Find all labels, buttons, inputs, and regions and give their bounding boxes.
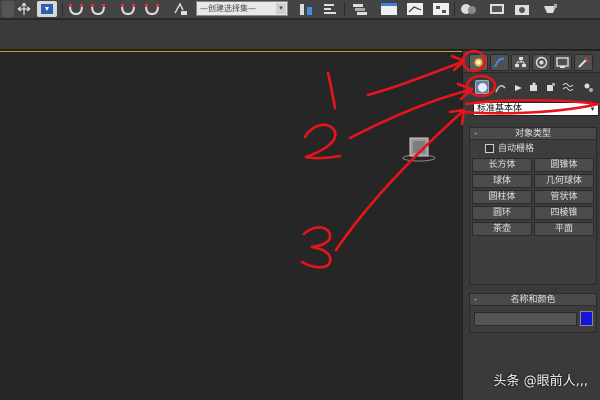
teapot-button[interactable]: 茶壶 (472, 222, 532, 236)
mirror-icon[interactable] (296, 1, 316, 17)
motion-tab[interactable] (532, 54, 551, 71)
utilities-tab[interactable] (574, 54, 593, 71)
geosphere-button[interactable]: 几何球体 (534, 174, 594, 188)
move-icon[interactable] (14, 1, 34, 17)
material-editor-icon[interactable] (458, 1, 480, 17)
object-category-value: 标准基本体 (477, 104, 523, 114)
render-setup-icon[interactable] (486, 1, 508, 17)
named-selection-dropdown[interactable]: —创建选择集— ▾ (196, 1, 288, 16)
lights-icon[interactable] (511, 80, 525, 94)
render-icon[interactable] (540, 1, 560, 17)
spinner-snap-icon[interactable] (142, 1, 162, 17)
schematic-icon[interactable] (430, 1, 452, 17)
hierarchy-tab[interactable] (511, 54, 530, 71)
align-icon[interactable] (320, 1, 340, 17)
tube-button[interactable]: 管状体 (534, 190, 594, 204)
box-button[interactable]: 长方体 (472, 158, 532, 172)
viewport-perspective[interactable] (0, 51, 462, 400)
graphite-icon[interactable] (378, 1, 400, 17)
object-category-dropdown[interactable]: 标准基本体 ▾ (473, 102, 599, 116)
cone-button[interactable]: 圆锥体 (534, 158, 594, 172)
modify-tab[interactable] (490, 54, 509, 71)
shapes-icon[interactable] (493, 80, 507, 94)
cameras-icon[interactable] (527, 80, 541, 94)
command-panel-tabs (463, 51, 600, 73)
object-type-header[interactable]: - 对象类型 (470, 128, 596, 140)
name-and-color-rollout: - 名称和颜色 (469, 293, 597, 333)
spacewarps-icon[interactable] (561, 80, 575, 94)
object-color-swatch[interactable] (580, 311, 593, 326)
named-selection-icon[interactable] (170, 1, 190, 17)
layer-icon[interactable] (350, 1, 370, 17)
checkbox-box[interactable] (485, 144, 494, 153)
systems-icon[interactable] (581, 80, 595, 94)
select-region-icon[interactable] (37, 1, 57, 17)
plane-button[interactable]: 平面 (534, 222, 594, 236)
object-name-input[interactable] (474, 312, 577, 326)
select-icon[interactable] (2, 1, 14, 17)
name-and-color-header[interactable]: - 名称和颜色 (470, 294, 596, 306)
display-tab[interactable] (553, 54, 572, 71)
command-panel: 标准基本体 ▾ - 对象类型 自动栅格 长方体 圆锥体 球体 几何球体 圆柱体 … (462, 51, 600, 400)
snap-angle-icon[interactable] (88, 1, 108, 17)
geometry-icon[interactable] (475, 80, 489, 94)
cylinder-button[interactable]: 圆柱体 (472, 190, 532, 204)
percent-snap-icon[interactable] (118, 1, 138, 17)
sphere-button[interactable]: 球体 (472, 174, 532, 188)
chevron-down-icon: ▾ (590, 105, 595, 113)
name-and-color-title: 名称和颜色 (510, 295, 556, 305)
create-tab[interactable] (469, 54, 488, 71)
chevron-down-icon: ▾ (276, 3, 286, 14)
snap-icon[interactable] (66, 1, 86, 17)
torus-button[interactable]: 圆环 (472, 206, 532, 220)
render-frame-icon[interactable] (512, 1, 534, 17)
autogrid-checkbox[interactable]: 自动栅格 (485, 143, 535, 155)
create-category-row (463, 75, 600, 97)
collapse-icon: - (474, 129, 478, 139)
object-type-rollout: - 对象类型 自动栅格 长方体 圆锥体 球体 几何球体 圆柱体 管状体 圆环 四… (469, 127, 597, 285)
collapse-icon: - (474, 295, 478, 305)
pyramid-button[interactable]: 四棱锥 (534, 206, 594, 220)
object-type-title: 对象类型 (514, 129, 551, 139)
curve-editor-icon[interactable] (404, 1, 426, 17)
viewport-object-icon[interactable] (402, 132, 436, 162)
named-selection-value: —创建选择集— (200, 4, 256, 13)
main-toolbar: —创建选择集— ▾ (0, 0, 600, 19)
autogrid-label: 自动栅格 (498, 144, 535, 154)
watermark: 头条 @眼前人,,, (493, 374, 588, 389)
helpers-icon[interactable] (543, 80, 557, 94)
ribbon-strip (0, 20, 600, 50)
